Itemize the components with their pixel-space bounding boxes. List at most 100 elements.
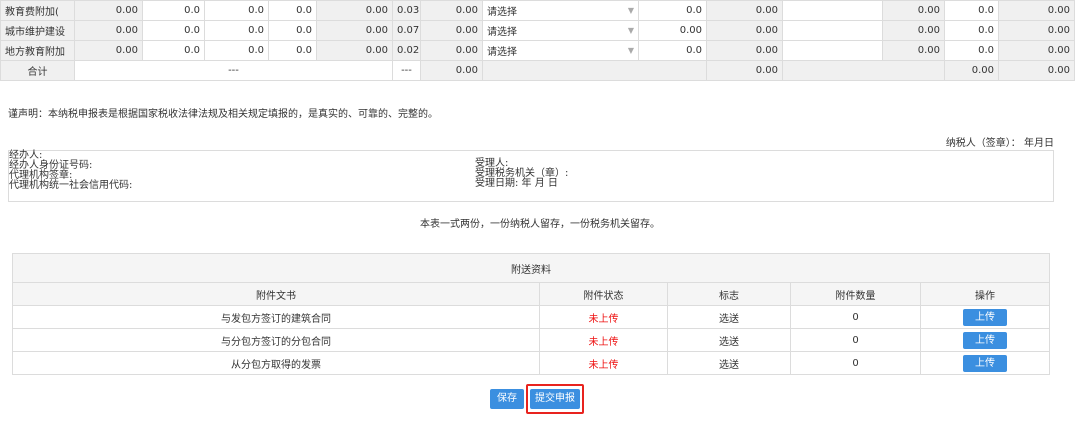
tax-name-cell: 地方教育附加 — [0, 40, 75, 61]
copies-note: 本表一式两份，一份纳税人留存，一份税务机关留存。 — [420, 219, 660, 230]
value-cell: 0.00 — [706, 40, 783, 61]
tax-reduction-select[interactable]: 请选择 ▼ — [482, 0, 639, 21]
select-value: 请选择 — [487, 47, 517, 58]
header-flag: 标志 — [667, 282, 791, 306]
attachment-row: 与发包方签订的建筑合同 未上传 选送 0 上传 — [12, 305, 1051, 329]
tax-row: 地方教育附加 0.00 0.0 0.0 0.0 0.00 0.02 0.00 请选择 ▼ 0.0 0.… — [0, 40, 1075, 61]
value-cell: 0.0 — [204, 40, 269, 61]
value-cell: 0.0 — [638, 40, 707, 61]
value-cell: 0.00 — [74, 40, 143, 61]
value-cell: 0.00 — [706, 20, 783, 41]
value-cell: 0.00 — [882, 20, 945, 41]
value-cell: 0.00 — [882, 0, 945, 21]
value-cell — [782, 40, 883, 61]
receiver-column: 受理人: 受理税务机关（章）: 受理日期: 年 月 日 — [475, 159, 568, 189]
select-value: 请选择 — [487, 27, 517, 38]
value-cell: 0.00 — [420, 0, 483, 21]
value-cell — [782, 20, 883, 41]
value-cell: 0.0 — [944, 40, 999, 61]
attachments-table: 附送资料 附件文书 附件状态 标志 附件数量 操作 与发包方签订的建筑合同 未上传… — [11, 253, 1051, 375]
value-cell: 0.00 — [998, 20, 1075, 41]
attachment-doc-name: 与发包方签订的建筑合同 — [12, 305, 540, 329]
highlight-box — [526, 384, 584, 414]
upload-button[interactable]: 上传 — [963, 331, 1008, 349]
chevron-down-icon: ▼ — [627, 26, 634, 35]
select-value: 请选择 — [487, 7, 517, 18]
value-cell: 0.00 — [316, 20, 393, 41]
value-cell: 0.0 — [944, 20, 999, 41]
tax-row: 教育费附加(0.00 0.0 0.0 0.0 0.00 0.03 0.00 请选择 ▼ 0.0 0.… — [0, 0, 1075, 21]
value-cell: 0.00 — [706, 60, 783, 81]
attachment-row: 与分包方签订的分包合同 未上传 选送 0 上传 — [12, 328, 1051, 352]
save-button[interactable]: 保存 — [490, 389, 524, 409]
value-cell: 0.0 — [204, 0, 269, 21]
value-cell: 0.0 — [204, 20, 269, 41]
total-row: 合计 --- --- 0.00 0.00 0.00 0.00 — [0, 60, 1075, 81]
attachment-doc-name: 与分包方签订的分包合同 — [12, 328, 540, 352]
attachment-flag: 选送 — [667, 351, 791, 375]
attachment-flag: 选送 — [667, 305, 791, 329]
attachments-title: 附送资料 — [11, 253, 1051, 283]
tax-row: 城市维护建设 0.00 0.0 0.0 0.0 0.00 0.07 0.00 请选择 ▼ 0.00 0… — [0, 20, 1075, 41]
value-cell: 0.0 — [142, 20, 205, 41]
handler-info-box: 经办人: 经办人身份证号码: 代理机构签章: 代理机构统一社会信用代码: 受理人… — [8, 150, 1054, 202]
upload-button[interactable]: 上传 — [963, 354, 1008, 372]
agency-credit-code-label: 代理机构统一社会信用代码: — [9, 180, 133, 191]
attachment-row: 从分包方取得的发票 未上传 选送 0 上传 — [12, 351, 1051, 375]
value-cell: 0.00 — [420, 20, 483, 41]
tax-rate-cell: 0.03 — [392, 0, 421, 21]
empty-cell — [782, 60, 945, 81]
value-cell: 0.0 — [268, 40, 317, 61]
value-cell: 0.00 — [316, 0, 393, 21]
value-cell — [782, 0, 883, 21]
header-status: 附件状态 — [539, 282, 668, 306]
upload-button[interactable]: 上传 — [963, 308, 1008, 326]
value-cell: 0.00 — [638, 20, 707, 41]
value-cell: 0.0 — [142, 0, 205, 21]
taxpayer-signature-label: 纳税人（签章）： 年月日 — [945, 138, 1054, 149]
attachment-count: 0 — [790, 351, 921, 375]
value-cell: 0.0 — [142, 40, 205, 61]
value-cell: 0.00 — [316, 40, 393, 61]
value-cell: 0.0 — [268, 20, 317, 41]
value-cell: 0.00 — [74, 0, 143, 21]
tax-rate-cell: 0.02 — [392, 40, 421, 61]
tax-name-cell: 教育费附加( — [0, 0, 75, 21]
attachment-status: 未上传 — [539, 305, 668, 329]
attachment-count: 0 — [790, 328, 921, 352]
value-cell: 0.00 — [706, 0, 783, 21]
value-cell: 0.00 — [420, 40, 483, 61]
value-cell: 0.00 — [882, 40, 945, 61]
value-cell: 0.0 — [638, 0, 707, 21]
header-doc: 附件文书 — [12, 282, 540, 306]
attachment-status: 未上传 — [539, 351, 668, 375]
value-cell: 0.00 — [944, 60, 999, 81]
total-dash-cell: --- — [392, 60, 421, 81]
total-label: 合计 — [0, 60, 75, 81]
agent-column: 经办人: 经办人身份证号码: 代理机构签章: 代理机构统一社会信用代码: — [9, 151, 132, 191]
tax-reduction-select[interactable]: 请选择 ▼ — [482, 40, 639, 61]
header-count: 附件数量 — [790, 282, 921, 306]
attachment-operation-cell: 上传 — [919, 305, 1051, 329]
value-cell: 0.0 — [268, 0, 317, 21]
attachment-status: 未上传 — [539, 328, 668, 352]
value-cell: 0.0 — [944, 0, 999, 21]
value-cell: 0.00 — [998, 0, 1075, 21]
declaration-text: 谨声明：本纳税申报表是根据国家税收法律法规及相关规定填报的，是真实的、可靠的、完… — [8, 109, 438, 120]
tax-reduction-select[interactable]: 请选择 ▼ — [482, 20, 639, 41]
header-operation: 操作 — [919, 282, 1051, 306]
tax-summary-table: 教育费附加(0.00 0.0 0.0 0.0 0.00 0.03 0.00 请选择 ▼ 0.0 0.… — [0, 0, 1075, 81]
value-cell: 0.00 — [998, 60, 1075, 81]
chevron-down-icon: ▼ — [627, 46, 634, 55]
attachment-flag: 选送 — [667, 328, 791, 352]
tax-rate-cell: 0.07 — [392, 20, 421, 41]
attachment-operation-cell: 上传 — [919, 351, 1051, 375]
value-cell: 0.00 — [74, 20, 143, 41]
receive-date-label: 受理日期: 年 月 日 — [475, 178, 558, 189]
value-cell: 0.00 — [998, 40, 1075, 61]
value-cell: 0.00 — [420, 60, 483, 81]
empty-cell — [482, 60, 707, 81]
attachment-operation-cell: 上传 — [919, 328, 1051, 352]
attachment-count: 0 — [790, 305, 921, 329]
tax-name-cell: 城市维护建设 — [0, 20, 75, 41]
